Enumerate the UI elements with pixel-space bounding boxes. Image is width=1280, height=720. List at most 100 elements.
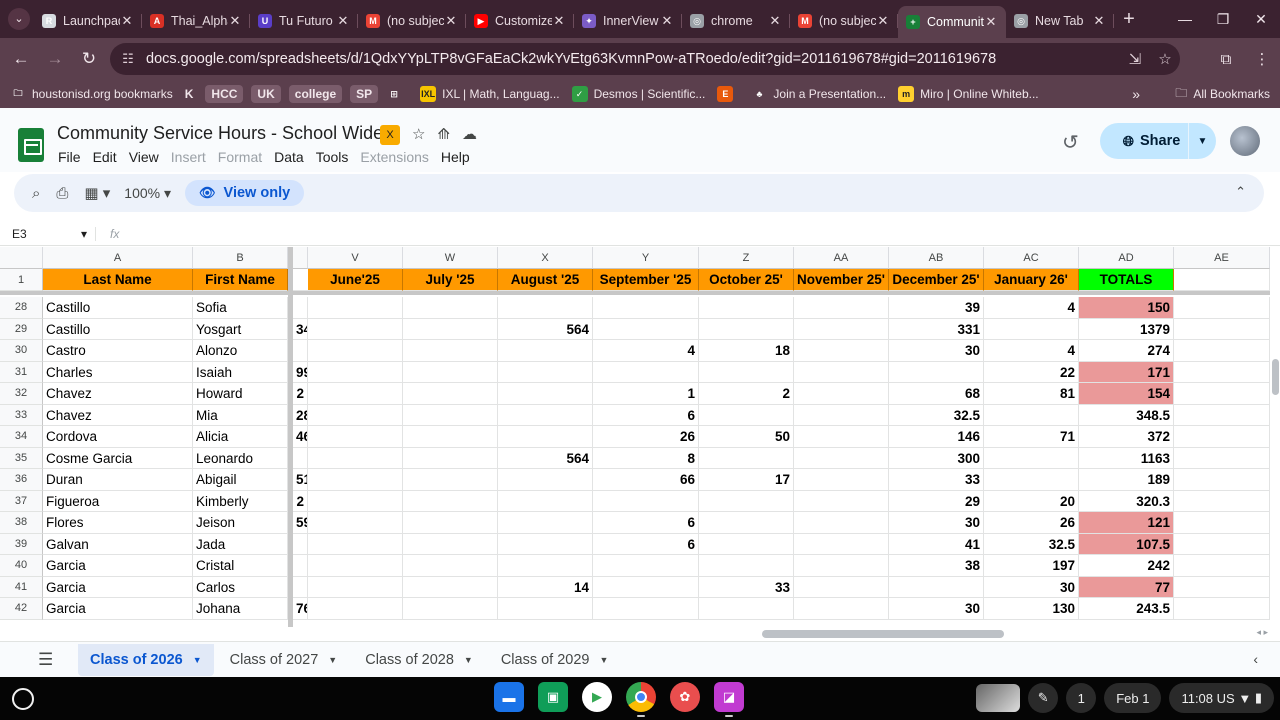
last-name-cell[interactable]: Garcia: [43, 576, 193, 598]
hours-cell[interactable]: [403, 598, 498, 620]
hours-cell[interactable]: 22: [984, 361, 1079, 383]
scroll-arrows-icon[interactable]: ◂ ▸: [1256, 627, 1268, 638]
first-name-cell[interactable]: Kimberly: [193, 490, 288, 512]
total-cell[interactable]: 107.5: [1079, 533, 1174, 555]
hours-cell[interactable]: 30: [984, 576, 1079, 598]
total-cell[interactable]: 348.5: [1079, 404, 1174, 426]
hours-cell[interactable]: 1: [593, 383, 699, 405]
browser-tab[interactable]: ✦ InnerView ✕: [574, 6, 682, 36]
hours-cell[interactable]: [794, 383, 889, 405]
hours-cell[interactable]: 14: [498, 576, 593, 598]
menu-edit[interactable]: Edit: [93, 149, 117, 165]
hours-cell[interactable]: [498, 426, 593, 448]
caret-down-icon[interactable]: ▼: [599, 655, 608, 665]
first-name-cell[interactable]: Yosgart: [193, 318, 288, 340]
name-box[interactable]: E3 ▾: [0, 226, 96, 241]
bookmark-item[interactable]: ♣ Join a Presentation...: [751, 86, 886, 102]
hours-cell[interactable]: [984, 404, 1079, 426]
hours-cell[interactable]: 50: [699, 426, 794, 448]
print-icon[interactable]: ⎙: [56, 185, 68, 202]
hours-cell[interactable]: [794, 555, 889, 577]
hours-cell[interactable]: [403, 512, 498, 534]
vertical-scroll-thumb[interactable]: [1272, 359, 1279, 395]
hours-cell[interactable]: [403, 555, 498, 577]
install-app-icon[interactable]: ⇲: [1120, 50, 1150, 68]
browser-tab[interactable]: M (no subject)✕: [358, 6, 466, 36]
view-only-button[interactable]: 👁︎ View only: [185, 180, 305, 206]
hours-cell[interactable]: 32.5: [984, 533, 1079, 555]
empty-cell[interactable]: [1174, 426, 1270, 448]
first-name-cell[interactable]: Howard: [193, 383, 288, 405]
total-cell[interactable]: 171: [1079, 361, 1174, 383]
document-title[interactable]: Community Service Hours - School Wide: [57, 123, 383, 144]
hours-cell[interactable]: [403, 533, 498, 555]
empty-cell[interactable]: [1174, 297, 1270, 319]
bookmark-item[interactable]: 🗀 houstonisd.org bookmarks: [10, 86, 172, 102]
more-bookmarks-chevron-icon[interactable]: »: [1132, 80, 1140, 108]
empty-cell[interactable]: [1174, 318, 1270, 340]
empty-cell[interactable]: [1174, 340, 1270, 362]
row-header[interactable]: 33: [0, 404, 43, 426]
hours-cell[interactable]: [403, 340, 498, 362]
column-header[interactable]: V: [308, 247, 403, 269]
spreadsheet-grid[interactable]: A B V W X Y Z AA AB AC AD AE 1 Last Name First Name Jun…: [0, 247, 1270, 627]
hours-cell[interactable]: 4: [984, 297, 1079, 319]
empty-cell[interactable]: [1174, 576, 1270, 598]
hours-cell[interactable]: [593, 555, 699, 577]
first-name-cell[interactable]: Johana: [193, 598, 288, 620]
total-cell[interactable]: 189: [1079, 469, 1174, 491]
first-name-cell[interactable]: Carlos: [193, 576, 288, 598]
last-name-cell[interactable]: Flores: [43, 512, 193, 534]
row-header[interactable]: 42: [0, 598, 43, 620]
hours-cell[interactable]: [699, 598, 794, 620]
play-store-icon[interactable]: ▶: [582, 682, 612, 712]
first-name-cell[interactable]: Isaiah: [193, 361, 288, 383]
hours-cell[interactable]: 4: [984, 340, 1079, 362]
view-mode-icon[interactable]: ▦ ▾: [84, 184, 110, 202]
hours-cell[interactable]: [794, 533, 889, 555]
hours-cell[interactable]: [403, 404, 498, 426]
last-name-cell[interactable]: Castro: [43, 340, 193, 362]
hours-cell[interactable]: [403, 361, 498, 383]
row-header[interactable]: 40: [0, 555, 43, 577]
tab-close-icon[interactable]: ✕: [1092, 13, 1106, 29]
hours-cell[interactable]: [699, 404, 794, 426]
cloud-status-icon[interactable]: ☁: [462, 125, 477, 145]
row-header[interactable]: 36: [0, 469, 43, 491]
sheet-tab[interactable]: Class of 2028 ▼: [353, 644, 485, 676]
last-name-cell[interactable]: Galvan: [43, 533, 193, 555]
sheets-logo-icon[interactable]: [18, 128, 44, 162]
hours-cell[interactable]: 38: [889, 555, 984, 577]
minimize-icon[interactable]: —: [1166, 11, 1204, 27]
hours-cell[interactable]: [293, 555, 308, 577]
hours-cell[interactable]: [498, 361, 593, 383]
hours-cell[interactable]: [498, 404, 593, 426]
hours-cell[interactable]: [308, 469, 403, 491]
hours-cell[interactable]: [308, 340, 403, 362]
menu-help[interactable]: Help: [441, 149, 470, 165]
hours-cell[interactable]: 2: [293, 490, 308, 512]
hours-cell[interactable]: [498, 490, 593, 512]
hours-cell[interactable]: 51: [293, 469, 308, 491]
hours-cell[interactable]: 2: [293, 383, 308, 405]
canvas-app-icon[interactable]: ✿: [670, 682, 700, 712]
first-name-cell[interactable]: Cristal: [193, 555, 288, 577]
last-name-cell[interactable]: Castillo: [43, 318, 193, 340]
hours-cell[interactable]: [403, 576, 498, 598]
column-header[interactable]: A: [43, 247, 193, 269]
column-header[interactable]: AC: [984, 247, 1079, 269]
column-header[interactable]: AA: [794, 247, 889, 269]
collapse-toolbar-icon[interactable]: ⌃: [1235, 184, 1246, 200]
column-header[interactable]: B: [193, 247, 288, 269]
hours-cell[interactable]: 32.5: [889, 404, 984, 426]
hours-cell[interactable]: [889, 576, 984, 598]
files-app-icon[interactable]: ▬: [494, 682, 524, 712]
hours-cell[interactable]: [403, 490, 498, 512]
hours-cell[interactable]: [699, 318, 794, 340]
hours-cell[interactable]: [984, 318, 1079, 340]
last-name-cell[interactable]: Garcia: [43, 598, 193, 620]
tab-close-icon[interactable]: ✕: [444, 13, 458, 29]
hours-cell[interactable]: 6: [593, 512, 699, 534]
horizontal-scroll-thumb[interactable]: [762, 630, 1004, 638]
hours-cell[interactable]: [593, 318, 699, 340]
